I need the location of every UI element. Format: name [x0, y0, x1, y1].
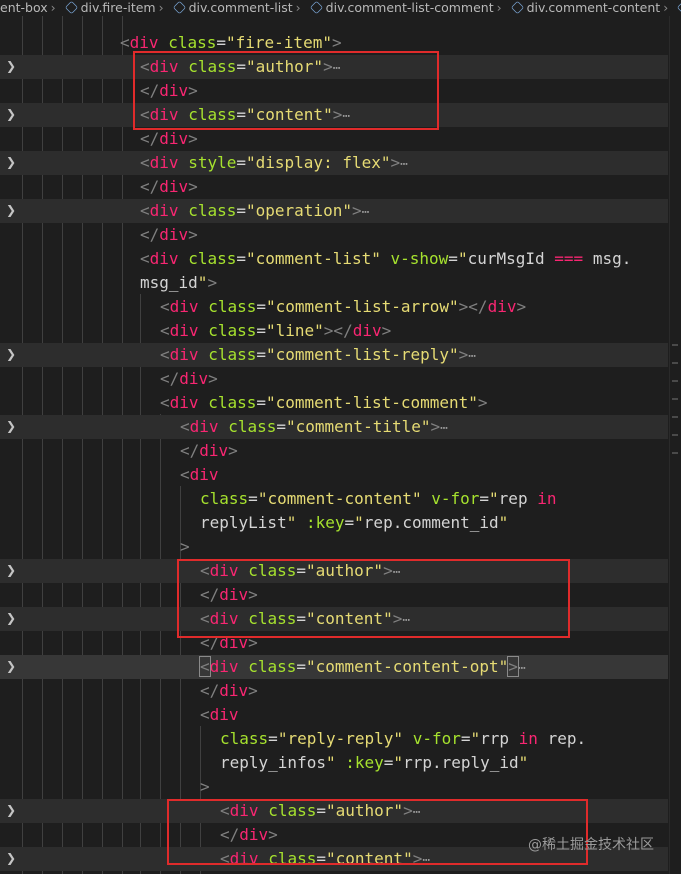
scrollbar-marker: [672, 434, 678, 436]
highlight-box: [167, 799, 588, 865]
cube-icon: [677, 0, 681, 15]
chevron-right-icon: ›: [496, 0, 502, 15]
scrollbar-marker: [672, 398, 678, 400]
scrollbar-marker: [672, 344, 678, 346]
chevron-right-icon[interactable]: ❯: [6, 419, 16, 433]
chevron-right-icon[interactable]: ❯: [6, 851, 16, 865]
chevron-right-icon: ›: [295, 0, 301, 15]
chevron-right-icon[interactable]: ❯: [6, 563, 16, 577]
code-line[interactable]: msg_id">: [0, 271, 668, 295]
fold-ellipsis-icon[interactable]: ⋯: [400, 157, 408, 172]
chevron-right-icon: ›: [158, 0, 164, 15]
code-line[interactable]: </div>: [0, 439, 668, 463]
breadcrumb-item[interactable]: div.fire-item: [81, 0, 156, 16]
chevron-right-icon[interactable]: ❯: [6, 155, 16, 169]
code-line[interactable]: ❯ <div class="operation">⋯: [0, 199, 668, 223]
breadcrumb: ent-box › div.fire-item › div.comment-list…: [0, 0, 681, 16]
chevron-right-icon[interactable]: ❯: [6, 611, 16, 625]
code-editor[interactable]: :key="msg.msg_id" > <div class="fire-ite…: [0, 0, 681, 874]
code-line[interactable]: <div class="comment-list" v-show="curMsg…: [0, 247, 668, 271]
highlight-box: [177, 559, 570, 638]
code-line[interactable]: <div: [0, 703, 668, 727]
code-line[interactable]: </div>: [0, 127, 668, 151]
breadcrumb-item[interactable]: div.comment-content: [527, 0, 661, 16]
code-line[interactable]: </div>: [0, 679, 668, 703]
code-line[interactable]: <div: [0, 463, 668, 487]
scrollbar-marker: [672, 452, 678, 454]
chevron-right-icon[interactable]: ❯: [6, 347, 16, 361]
watermark: @稀土掘金技术社区: [528, 837, 654, 853]
scrollbar-marker: [672, 380, 678, 382]
chevron-right-icon[interactable]: ❯: [6, 803, 16, 817]
chevron-right-icon: ›: [50, 0, 56, 15]
breadcrumb-item[interactable]: div.comment-list-comment: [326, 0, 494, 16]
code-line[interactable]: </div>: [0, 175, 668, 199]
cube-icon: [309, 0, 323, 15]
vertical-scrollbar[interactable]: [669, 0, 681, 874]
chevron-right-icon[interactable]: ❯: [6, 659, 16, 673]
cube-icon: [172, 0, 186, 15]
code-line[interactable]: <div class="comment-list-comment">: [0, 391, 668, 415]
cube-icon: [510, 0, 524, 15]
fold-ellipsis-icon[interactable]: ⋯: [468, 349, 476, 364]
chevron-right-icon[interactable]: ❯: [6, 107, 16, 121]
code-line[interactable]: ❯ <div class="comment-title">⋯: [0, 415, 668, 439]
cube-icon: [64, 0, 78, 15]
code-line[interactable]: >: [0, 775, 668, 799]
code-line[interactable]: <div class="comment-list-arrow"></div>: [0, 295, 668, 319]
code-line[interactable]: replyList" :key="rep.comment_id": [0, 511, 668, 535]
fold-ellipsis-icon[interactable]: ⋯: [518, 661, 526, 676]
chevron-right-icon: ›: [663, 0, 669, 15]
scrollbar-marker: [672, 362, 678, 364]
fold-ellipsis-icon[interactable]: ⋯: [362, 205, 370, 220]
code-line[interactable]: </div>: [0, 367, 668, 391]
breadcrumb-item[interactable]: ent-box: [0, 0, 48, 16]
code-line[interactable]: class="comment-content" v-for="rep in: [0, 487, 668, 511]
breadcrumb-item[interactable]: div.comment-list: [189, 0, 293, 16]
code-line[interactable]: ❯ <div style="display: flex">⋯: [0, 151, 668, 175]
code-line[interactable]: ❯ <div class="comment-content-opt">⋯: [0, 655, 668, 679]
code-line[interactable]: class="reply-reply" v-for="rrp in rep.: [0, 727, 668, 751]
scrollbar-marker: [672, 416, 678, 418]
code-line[interactable]: reply_infos" :key="rrp.reply_id": [0, 751, 668, 775]
code-line[interactable]: ❯ <div class="comment-list-reply">⋯: [0, 343, 668, 367]
code-line[interactable]: >: [0, 535, 668, 559]
code-line[interactable]: </div>: [0, 223, 668, 247]
highlight-box: [133, 51, 439, 130]
chevron-right-icon[interactable]: ❯: [6, 59, 16, 73]
fold-ellipsis-icon[interactable]: ⋯: [440, 421, 448, 436]
chevron-right-icon[interactable]: ❯: [6, 203, 16, 217]
code-line[interactable]: <div class="line"></div>: [0, 319, 668, 343]
